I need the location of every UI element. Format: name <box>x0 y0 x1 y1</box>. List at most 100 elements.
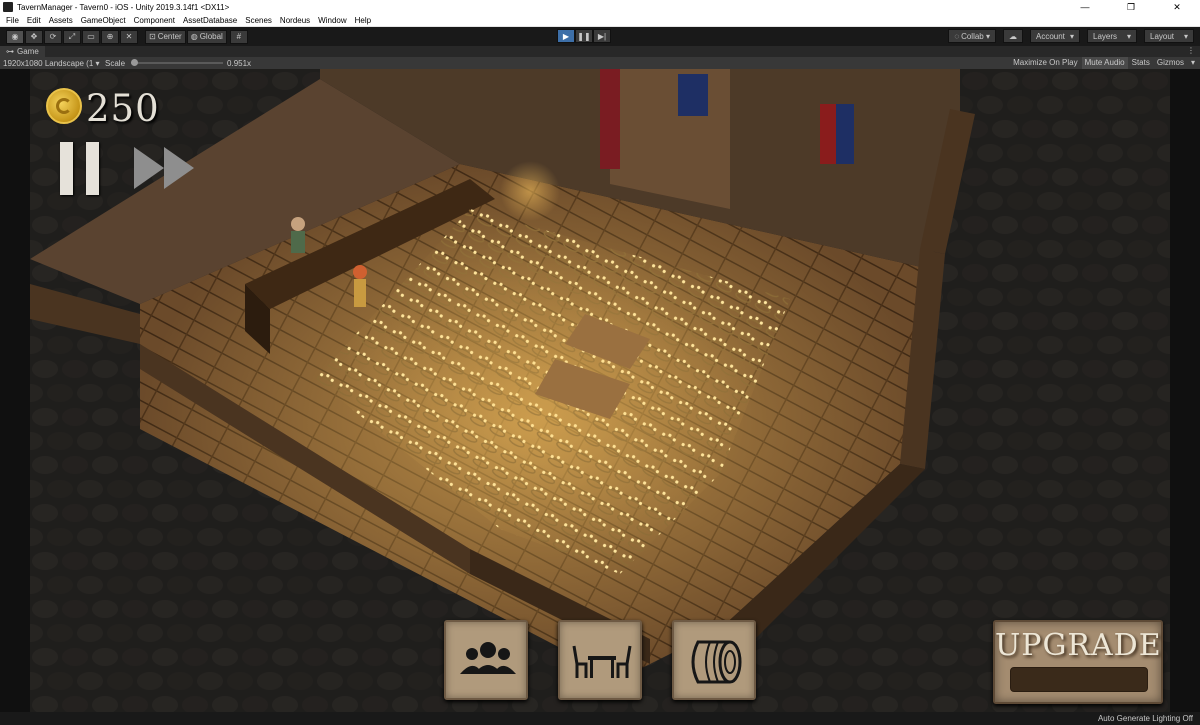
pivot-icon: ⊡ <box>149 32 156 41</box>
menu-scenes[interactable]: Scenes <box>241 16 276 25</box>
cloud-icon: ☁ <box>1009 31 1017 41</box>
gamepad-icon: ⊶ <box>6 47 14 56</box>
upgrade-button[interactable]: UPGRADE <box>993 620 1163 704</box>
playback-controls: ▶ ❚❚ ▶| <box>557 29 611 43</box>
mute-audio-toggle[interactable]: Mute Audio <box>1081 57 1128 69</box>
close-button[interactable]: ✕ <box>1154 0 1200 14</box>
chevron-down-icon: ▾ <box>1183 31 1188 41</box>
layers-label: Layers <box>1093 31 1118 41</box>
step-button[interactable]: ▶| <box>593 29 611 43</box>
grid-snap-button[interactable]: # <box>229 29 248 44</box>
account-label: Account <box>1036 31 1065 41</box>
unity-logo-icon <box>3 2 13 12</box>
rotate-icon: ⟳ <box>49 32 57 41</box>
maximize-on-play-toggle[interactable]: Maximize On Play <box>1010 57 1080 69</box>
staff-button[interactable] <box>444 620 528 700</box>
scale-slider[interactable] <box>131 57 224 69</box>
menu-window[interactable]: Window <box>314 16 350 25</box>
account-dropdown[interactable]: Account ▾ <box>1030 29 1080 43</box>
tab-game-label: Game <box>17 47 39 56</box>
game-view-options: Maximize On Play Mute Audio Stats Gizmos… <box>1010 57 1198 69</box>
cloud-button[interactable]: ☁ <box>1003 29 1023 43</box>
game-view-controls: 1920x1080 Landscape (1 ▾ Scale 0.951x Ma… <box>0 57 1200 69</box>
globe-icon: ◍ <box>190 32 198 41</box>
fast-forward-icon[interactable] <box>132 145 198 191</box>
maximize-button[interactable]: ❐ <box>1108 0 1154 14</box>
step-icon: ▶| <box>597 31 607 41</box>
scale-slider-track <box>131 62 224 64</box>
tab-game[interactable]: ⊶ Game <box>0 46 45 57</box>
menu-nordeus[interactable]: Nordeus <box>276 16 314 25</box>
layers-dropdown[interactable]: Layers ▾ <box>1087 29 1137 43</box>
upgrade-label: UPGRADE <box>995 628 1162 663</box>
game-view[interactable]: 250 UPGRADE <box>0 69 1200 712</box>
transform-tool-button[interactable]: ⊕ <box>101 29 119 44</box>
resolution-dropdown[interactable]: 1920x1080 Landscape (1 ▾ <box>3 59 103 68</box>
chevron-down-icon[interactable]: ▾ <box>1188 57 1198 69</box>
game-pause-button[interactable] <box>60 142 100 195</box>
gizmos-dropdown[interactable]: Gizmos <box>1154 57 1187 69</box>
coin-swirl <box>56 98 72 114</box>
barrel-button[interactable] <box>672 620 756 700</box>
space-label: Global <box>199 32 223 41</box>
toolbar-right: ◌ Collab ▾ ☁ Account ▾ Layers ▾ Layout ▾ <box>947 29 1194 43</box>
main-toolbar: ◉ ✥ ⟳ ⤢ ▭ ⊕ ✕ ⊡ Center ◍ Global # ▶ ❚❚ ▶| … <box>0 27 1200 46</box>
scale-label: Scale <box>105 58 126 68</box>
scale-slider-knob[interactable] <box>131 59 139 66</box>
layout-dropdown[interactable]: Layout ▾ <box>1144 29 1194 43</box>
grid-icon: # <box>236 32 242 41</box>
resolution-label: 1920x1080 Landscape (1 <box>3 58 94 68</box>
pause-button[interactable]: ❚❚ <box>575 29 593 43</box>
tavern-scene[interactable]: 250 UPGRADE <box>30 69 1170 712</box>
move-icon: ✥ <box>30 32 38 41</box>
minimize-button[interactable]: — <box>1062 0 1108 14</box>
view-tool-button[interactable]: ◉ <box>6 29 24 44</box>
table-chairs-icon <box>572 645 632 678</box>
tables-button[interactable] <box>558 620 642 700</box>
pause-bar-left <box>60 142 73 195</box>
pivot-center-button[interactable]: ⊡ Center <box>145 29 186 44</box>
menu-edit[interactable]: Edit <box>23 16 45 25</box>
menu-component[interactable]: Component <box>130 16 179 25</box>
lighting-status: Auto Generate Lighting Off <box>1097 714 1193 723</box>
menu-assetdatabase[interactable]: AssetDatabase <box>179 16 241 25</box>
game-tab-bar: ⊶ Game ⋮ <box>0 46 1200 57</box>
staff-icon <box>460 642 516 674</box>
menu-bar: File Edit Assets GameObject Component As… <box>0 14 1200 27</box>
move-tool-button[interactable]: ✥ <box>25 29 43 44</box>
scale-tool-button[interactable]: ⤢ <box>63 29 81 44</box>
rect-icon: ▭ <box>87 32 95 41</box>
coin-count: 250 <box>86 87 160 130</box>
menu-help[interactable]: Help <box>351 16 375 25</box>
status-bar: Auto Generate Lighting Off <box>0 712 1200 725</box>
menu-assets[interactable]: Assets <box>45 16 77 25</box>
pause-icon: ❚❚ <box>577 31 591 41</box>
menu-gameobject[interactable]: GameObject <box>77 16 130 25</box>
stats-toggle[interactable]: Stats <box>1129 57 1153 69</box>
collab-icon: ◌ <box>954 31 960 41</box>
collab-label: Collab ▾ <box>961 31 990 41</box>
window-title-bar: TavernManager - Tavern0 - iOS - Unity 20… <box>0 0 1200 14</box>
tools-icon: ✕ <box>125 32 133 41</box>
barrel-icon <box>691 640 742 684</box>
custom-tool-button[interactable]: ✕ <box>120 29 138 44</box>
window-title: TavernManager - Tavern0 - iOS - Unity 20… <box>17 2 230 12</box>
collab-button[interactable]: ◌ Collab ▾ <box>948 29 996 43</box>
pause-bar-right <box>86 142 99 195</box>
space-global-button[interactable]: ◍ Global <box>186 29 227 44</box>
layout-label: Layout <box>1150 31 1175 41</box>
coin-icon <box>46 88 82 124</box>
scale-icon: ⤢ <box>68 31 76 41</box>
chevron-down-icon: ▾ <box>1126 31 1131 41</box>
tavern-scene-render <box>30 69 1170 712</box>
play-button[interactable]: ▶ <box>557 29 575 43</box>
kebab-menu-icon[interactable]: ⋮ <box>1187 46 1195 55</box>
rotate-tool-button[interactable]: ⟳ <box>44 29 62 44</box>
play-icon: ▶ <box>562 31 570 41</box>
rect-tool-button[interactable]: ▭ <box>82 29 100 44</box>
pivot-label: Center <box>157 32 182 41</box>
menu-file[interactable]: File <box>2 16 23 25</box>
transform-icon: ⊕ <box>106 32 114 41</box>
chevron-down-icon: ▾ <box>1069 31 1074 41</box>
upgrade-progress-bar <box>1010 667 1148 692</box>
